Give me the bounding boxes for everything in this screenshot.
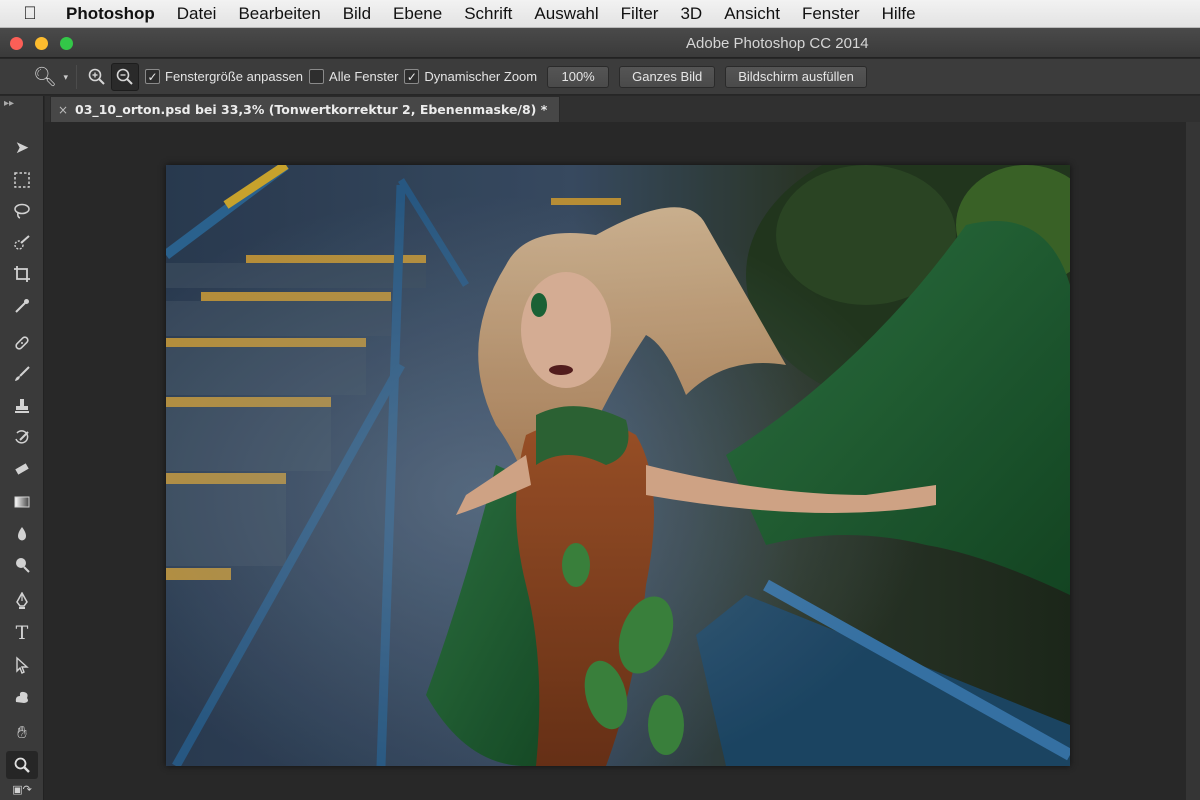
crop-tool-button[interactable] xyxy=(6,260,38,288)
menu-bild[interactable]: Bild xyxy=(332,4,382,24)
zoom-in-button[interactable] xyxy=(83,63,111,91)
options-bar: 🔍︎ ▾ ✓ Fenstergröße anpassen Alle Fenste… xyxy=(0,59,1200,95)
hand-icon: ✋︎ xyxy=(17,723,27,742)
eraser-tool-button[interactable] xyxy=(6,455,38,483)
fill-screen-button[interactable]: Bildschirm ausfüllen xyxy=(725,65,867,88)
all-windows-label: Alle Fenster xyxy=(329,69,399,84)
bandage-icon xyxy=(15,336,29,350)
window-minimize-button[interactable] xyxy=(35,37,48,50)
stamp-icon xyxy=(15,399,29,413)
tools-panel: ▸▸ ➤ T ✋︎ ▣↷ xyxy=(0,96,44,800)
lasso-tool-button[interactable] xyxy=(6,197,38,225)
menu-ebene[interactable]: Ebene xyxy=(382,4,453,24)
menu-auswahl[interactable]: Auswahl xyxy=(523,4,609,24)
pen-icon xyxy=(16,592,28,609)
menu-schrift[interactable]: Schrift xyxy=(453,4,523,24)
checkmark-icon: ✓ xyxy=(145,69,160,84)
zoom-tool-button[interactable] xyxy=(6,751,38,779)
divider xyxy=(76,64,77,89)
chevron-down-icon: ▾ xyxy=(63,71,68,82)
zoom-100-button[interactable]: 100% xyxy=(547,65,610,88)
gradient-icon xyxy=(14,496,30,508)
hand-tool-button[interactable]: ✋︎ xyxy=(6,719,38,747)
menu-hilfe[interactable]: Hilfe xyxy=(871,4,927,24)
eraser-icon xyxy=(15,463,29,475)
collapse-panel-icon[interactable]: ▸▸ xyxy=(4,98,14,109)
menu-app-photoshop[interactable]: Photoshop xyxy=(60,4,166,24)
window-close-button[interactable] xyxy=(10,37,23,50)
swap-colors-icon: ▣↷ xyxy=(12,783,32,796)
move-icon: ➤ xyxy=(14,138,30,157)
marquee-tool-button[interactable] xyxy=(6,166,38,194)
dynamic-zoom-checkbox[interactable]: ✓ Dynamischer Zoom xyxy=(404,69,537,84)
vertical-scrollbar[interactable] xyxy=(1186,122,1200,800)
custom-shape-icon xyxy=(15,691,28,703)
move-tool-button[interactable]: ➤ xyxy=(6,134,38,162)
eyedropper-tool-button[interactable] xyxy=(6,292,38,320)
checkmark-icon: ✓ xyxy=(404,69,420,84)
quick-selection-tool-button[interactable] xyxy=(6,229,38,257)
menu-filter[interactable]: Filter xyxy=(610,4,670,24)
blur-tool-button[interactable] xyxy=(6,520,38,548)
gradient-tool-button[interactable] xyxy=(6,488,38,516)
window-title: Adobe Photoshop CC 2014 xyxy=(686,35,869,52)
history-brush-icon xyxy=(15,430,29,444)
document-tab-bar: × 03_10_orton.psd bei 33,3% (Tonwertkorr… xyxy=(45,96,1200,122)
pen-tool-button[interactable] xyxy=(6,587,38,615)
window-titlebar: Adobe Photoshop CC 2014 xyxy=(0,28,1200,58)
menu-fenster[interactable]: Fenster xyxy=(791,4,871,24)
quick-selection-icon xyxy=(14,235,30,250)
crop-icon xyxy=(14,266,30,282)
fit-window-label: Fenstergröße anpassen xyxy=(165,69,304,84)
brush-icon xyxy=(15,366,30,381)
zoom-tool-icon: 🔍︎ xyxy=(32,66,58,88)
apple-icon[interactable]:  xyxy=(0,3,60,24)
lasso-icon xyxy=(14,203,30,219)
dodge-icon xyxy=(16,558,30,573)
photo-illustration xyxy=(166,165,1070,766)
menu-ansicht[interactable]: Ansicht xyxy=(713,4,791,24)
menu-3d[interactable]: 3D xyxy=(669,4,713,24)
fit-screen-button[interactable]: Ganzes Bild xyxy=(619,65,716,88)
window-zoom-button[interactable] xyxy=(60,37,73,50)
water-drop-icon xyxy=(18,527,26,541)
mac-menubar:  Photoshop Datei Bearbeiten Bild Ebene … xyxy=(0,0,1200,28)
history-brush-tool-button[interactable] xyxy=(6,423,38,451)
eyedropper-icon xyxy=(15,299,29,313)
zoom-out-icon xyxy=(116,68,133,85)
document-canvas-image[interactable] xyxy=(166,165,1070,766)
dodge-tool-button[interactable] xyxy=(6,551,38,579)
zoom-out-button[interactable] xyxy=(111,62,139,91)
brush-tool-button[interactable] xyxy=(6,360,38,388)
document-tab[interactable]: × 03_10_orton.psd bei 33,3% (Tonwertkorr… xyxy=(50,96,560,122)
type-tool-button[interactable]: T xyxy=(6,619,38,647)
clone-stamp-tool-button[interactable] xyxy=(6,392,38,420)
path-selection-tool-button[interactable] xyxy=(6,651,38,679)
zoom-icon xyxy=(14,757,30,773)
dynamic-zoom-label: Dynamischer Zoom xyxy=(424,69,538,84)
swap-colors-button[interactable]: ▣↷ xyxy=(6,780,38,798)
menu-datei[interactable]: Datei xyxy=(166,4,228,24)
document-tab-title: 03_10_orton.psd bei 33,3% (Tonwertkorrek… xyxy=(75,102,548,117)
zoom-in-icon xyxy=(88,68,105,85)
close-tab-icon[interactable]: × xyxy=(51,103,75,117)
tool-preset-picker[interactable]: 🔍︎ ▾ xyxy=(20,62,70,92)
path-selection-icon xyxy=(16,656,29,674)
healing-brush-tool-button[interactable] xyxy=(6,329,38,357)
custom-shape-tool-button[interactable] xyxy=(6,683,38,711)
marquee-icon xyxy=(14,172,30,188)
checkbox-empty-icon xyxy=(309,69,325,84)
all-windows-checkbox[interactable]: Alle Fenster xyxy=(309,69,398,84)
fit-window-checkbox[interactable]: ✓ Fenstergröße anpassen xyxy=(145,69,303,84)
menu-bearbeiten[interactable]: Bearbeiten xyxy=(227,4,331,24)
type-icon: T xyxy=(15,622,29,644)
